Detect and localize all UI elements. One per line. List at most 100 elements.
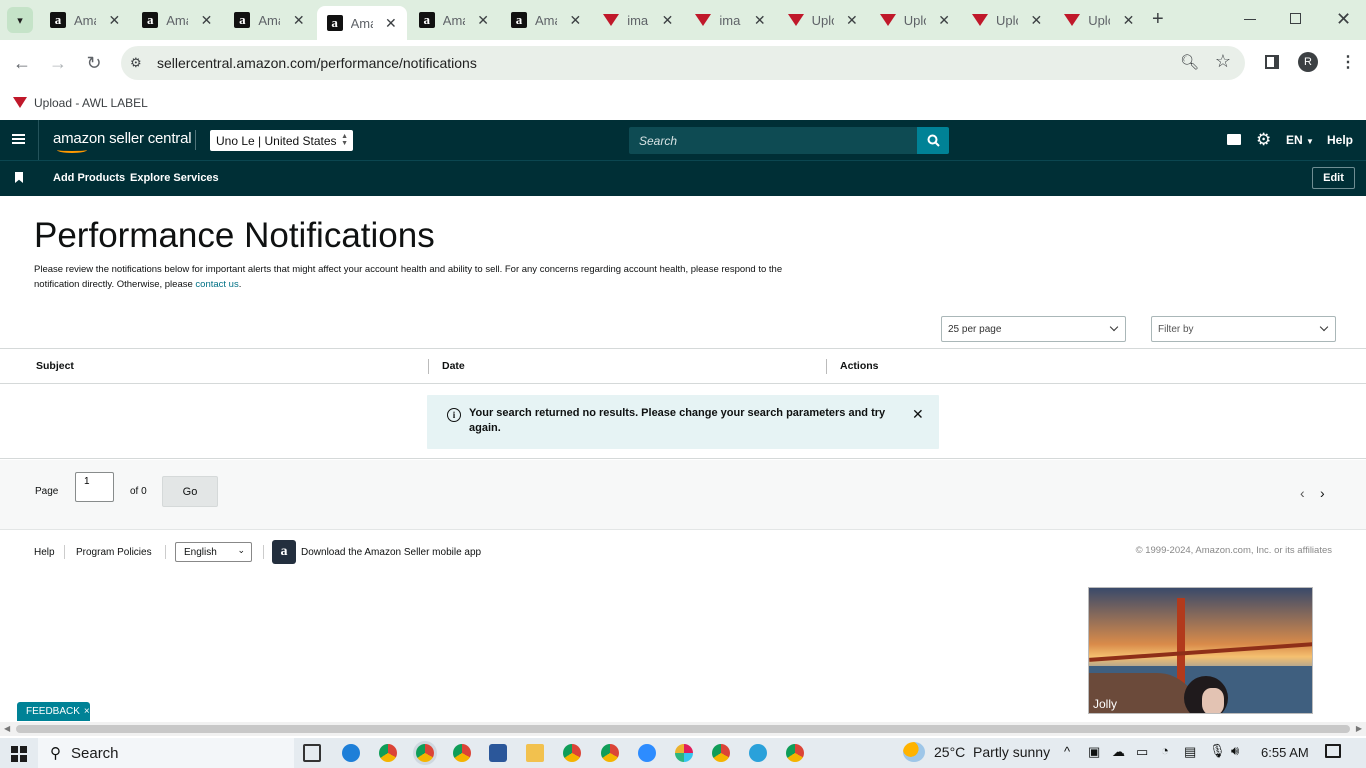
seller-central-logo[interactable]: amazon seller central xyxy=(53,130,192,153)
close-tab-icon[interactable]: ✕ xyxy=(938,12,950,29)
clock[interactable]: 6:55 AM xyxy=(1261,745,1309,760)
feedback-button[interactable]: FEEDBACK × xyxy=(17,702,90,721)
close-tab-icon[interactable]: ✕ xyxy=(201,12,213,29)
browser-tab[interactable]: ima ✕ xyxy=(593,5,683,35)
notifications-icon[interactable] xyxy=(1325,744,1341,758)
url-text[interactable]: sellercentral.amazon.com/performance/not… xyxy=(157,55,477,71)
close-tab-icon[interactable]: ✕ xyxy=(846,12,858,29)
download-app-link[interactable]: Download the Amazon Seller mobile app xyxy=(301,547,481,558)
taskbar-search-box[interactable]: ⚲ Search xyxy=(38,738,294,768)
chrome-icon[interactable] xyxy=(601,744,619,762)
close-window-icon[interactable]: ✕ xyxy=(1336,9,1351,30)
close-tab-icon[interactable]: ✕ xyxy=(754,12,766,29)
file-explorer-icon[interactable] xyxy=(526,744,544,762)
account-switcher[interactable]: Uno Le | United States ▲ ▼ xyxy=(210,130,353,151)
omnibox[interactable]: ⚙ sellercentral.amazon.com/performance/n… xyxy=(121,46,1245,80)
column-date[interactable]: Date xyxy=(442,360,465,372)
close-alert-icon[interactable]: ✕ xyxy=(912,406,924,423)
horizontal-scrollbar[interactable]: ◀ ▶ xyxy=(0,722,1366,736)
browser-tab[interactable]: a Ama ✕ xyxy=(409,5,499,35)
meet-now-icon[interactable]: ▣ xyxy=(1088,744,1100,760)
store-icon[interactable] xyxy=(489,744,507,762)
footer-language-select[interactable]: English ⌄ xyxy=(175,542,252,562)
slack-icon[interactable] xyxy=(675,744,693,762)
network-icon[interactable]: ▤ xyxy=(1184,744,1196,760)
video-call-overlay[interactable]: Jolly xyxy=(1088,587,1313,714)
footer-policies-link[interactable]: Program Policies xyxy=(76,547,152,558)
back-icon[interactable]: ← xyxy=(8,49,36,77)
zoom-icon[interactable]: 🔍︎ xyxy=(1180,53,1199,71)
edit-nav-button[interactable]: Edit xyxy=(1312,167,1355,189)
chrome-icon[interactable] xyxy=(563,744,581,762)
show-hidden-icons[interactable]: ^ xyxy=(1064,744,1070,759)
close-tab-icon[interactable]: ✕ xyxy=(569,12,581,29)
nav-add-products[interactable]: Add Products xyxy=(53,172,125,184)
weather-icon[interactable] xyxy=(903,742,925,762)
chrome-icon[interactable] xyxy=(712,744,730,762)
chrome-icon-active[interactable] xyxy=(416,744,434,762)
browser-tab[interactable]: ima ✕ xyxy=(685,5,775,35)
close-tab-icon[interactable]: ✕ xyxy=(293,12,305,29)
close-tab-icon[interactable]: ✕ xyxy=(477,12,489,29)
filter-select[interactable]: Filter by xyxy=(1151,316,1336,342)
header-search-button[interactable] xyxy=(917,127,949,154)
scroll-left-icon[interactable]: ◀ xyxy=(4,724,10,733)
chrome-icon[interactable] xyxy=(786,744,804,762)
zoom-app-icon[interactable] xyxy=(638,744,656,762)
new-tab-icon[interactable]: + xyxy=(1152,9,1164,29)
settings-gear-icon[interactable]: ⚙ xyxy=(1256,130,1271,150)
edge-icon[interactable] xyxy=(342,744,360,762)
seller-app-icon[interactable]: a xyxy=(272,540,296,564)
onedrive-icon[interactable]: ☁ xyxy=(1112,744,1125,760)
column-subject[interactable]: Subject xyxy=(36,360,74,372)
reload-icon[interactable]: ↻ xyxy=(80,49,108,77)
forward-icon[interactable]: → xyxy=(44,49,72,77)
nav-explore-services[interactable]: Explore Services xyxy=(130,172,219,184)
browser-tab[interactable]: a Ama ✕ xyxy=(40,5,130,35)
browser-tab[interactable]: Uplo ✕ xyxy=(1054,5,1144,35)
telegram-icon[interactable] xyxy=(749,744,767,762)
bookmark-icon[interactable] xyxy=(15,172,23,183)
language-selector[interactable]: EN ▼ xyxy=(1286,133,1314,147)
hamburger-menu-icon[interactable] xyxy=(12,134,25,136)
bookmark-upload-awl[interactable]: Upload - AWL LABEL xyxy=(34,96,148,110)
close-icon[interactable]: × xyxy=(84,706,90,717)
chrome-icon[interactable] xyxy=(453,744,471,762)
close-tab-icon[interactable]: ✕ xyxy=(662,12,674,29)
next-page-icon[interactable]: › xyxy=(1320,485,1325,501)
page-number-input[interactable] xyxy=(75,472,114,502)
microphone-icon[interactable]: 🎙︎ xyxy=(1209,743,1226,759)
header-search-input[interactable]: Search xyxy=(629,127,919,154)
prev-page-icon[interactable]: ‹ xyxy=(1300,485,1305,501)
browser-tab[interactable]: a Ama ✕ xyxy=(132,5,222,35)
browser-tab[interactable]: a Ama ✕ xyxy=(224,5,314,35)
browser-tab[interactable]: Uplo ✕ xyxy=(870,5,960,35)
go-button[interactable]: Go xyxy=(162,476,218,507)
per-page-select[interactable]: 25 per page xyxy=(941,316,1126,342)
help-link[interactable]: Help xyxy=(1327,133,1353,147)
bookmark-star-icon[interactable]: ☆ xyxy=(1215,51,1231,72)
close-tab-icon[interactable]: ✕ xyxy=(108,12,120,29)
mail-icon[interactable] xyxy=(1227,134,1241,145)
weather-text[interactable]: 25°C Partly sunny xyxy=(934,744,1050,760)
browser-tab[interactable]: a Ama ✕ xyxy=(501,5,591,35)
browser-tab[interactable]: Uplo ✕ xyxy=(778,5,868,35)
profile-avatar[interactable]: R xyxy=(1298,52,1318,72)
scrollbar-thumb[interactable] xyxy=(16,725,1350,733)
chrome-icon[interactable] xyxy=(379,744,397,762)
task-view-icon[interactable] xyxy=(303,744,321,762)
restore-icon[interactable] xyxy=(1290,13,1301,24)
footer-help-link[interactable]: Help xyxy=(34,547,55,558)
close-tab-icon[interactable]: ✕ xyxy=(1030,12,1042,29)
browser-menu-icon[interactable]: ⋮ xyxy=(1340,52,1356,72)
wifi-icon[interactable]: ◔ xyxy=(1161,743,1169,758)
windows-start-icon[interactable] xyxy=(11,746,27,762)
browser-tab[interactable]: a Ama ✕ xyxy=(316,6,407,40)
browser-tab[interactable]: Uplo ✕ xyxy=(962,5,1052,35)
battery-icon[interactable]: ▭ xyxy=(1136,744,1148,760)
close-tab-icon[interactable]: ✕ xyxy=(1123,12,1135,29)
minimize-icon[interactable] xyxy=(1244,19,1256,20)
contact-us-link[interactable]: contact us xyxy=(195,279,238,290)
scroll-right-icon[interactable]: ▶ xyxy=(1356,724,1362,733)
close-tab-icon[interactable]: ✕ xyxy=(385,15,397,32)
